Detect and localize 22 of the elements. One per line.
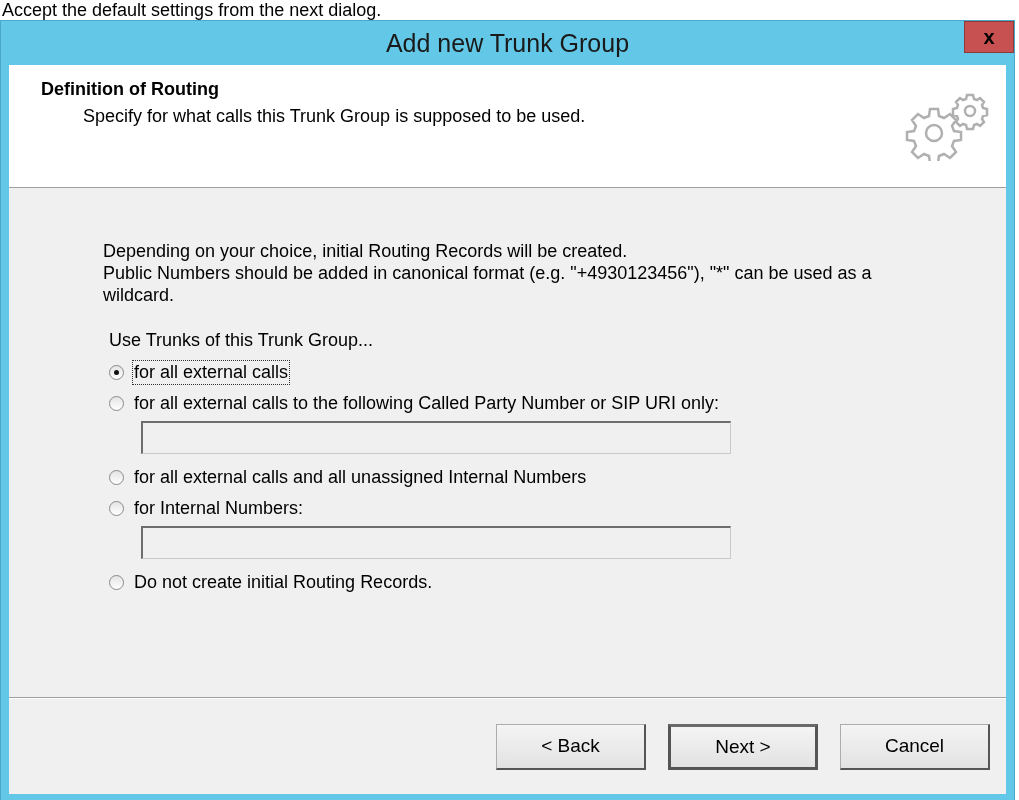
radio-button[interactable] bbox=[109, 470, 124, 485]
option-label[interactable]: for all external calls to the following Called Party Number or SIP URI only: bbox=[132, 391, 721, 416]
gears-icon bbox=[904, 91, 990, 161]
description-text: Public Numbers should be added in canonical format (e.g. "+4930123456"), "*" can be used as a wildcard. bbox=[103, 262, 873, 306]
option-label[interactable]: for Internal Numbers: bbox=[132, 496, 306, 521]
window-title: Add new Trunk Group bbox=[385, 28, 630, 58]
description-text: Depending on your choice, initial Routing Records will be created. bbox=[103, 240, 629, 262]
option-label[interactable]: Do not create initial Routing Records. bbox=[132, 570, 435, 595]
close-button[interactable]: x bbox=[964, 21, 1014, 53]
wizard-button[interactable]: < Back bbox=[496, 723, 646, 770]
radio-button[interactable] bbox=[109, 575, 124, 590]
group-label: Use Trunks of this Trunk Group... bbox=[109, 330, 375, 351]
radio-button[interactable] bbox=[109, 501, 124, 516]
radio-button[interactable] bbox=[109, 396, 124, 411]
page-title: Definition of Routing bbox=[41, 79, 220, 100]
wizard-button[interactable]: Cancel bbox=[840, 723, 990, 770]
option-label[interactable]: for all external calls bbox=[132, 360, 291, 385]
wizard-button[interactable]: Next > bbox=[668, 723, 818, 770]
instruction-text: Accept the default settings from the next dialog. bbox=[1, 0, 383, 20]
option-label[interactable]: for all external calls and all unassigned Internal Numbers bbox=[132, 465, 589, 490]
page-subtitle: Specify for what calls this Trunk Group is supposed to be used. bbox=[82, 106, 586, 127]
radio-button[interactable] bbox=[109, 365, 124, 380]
